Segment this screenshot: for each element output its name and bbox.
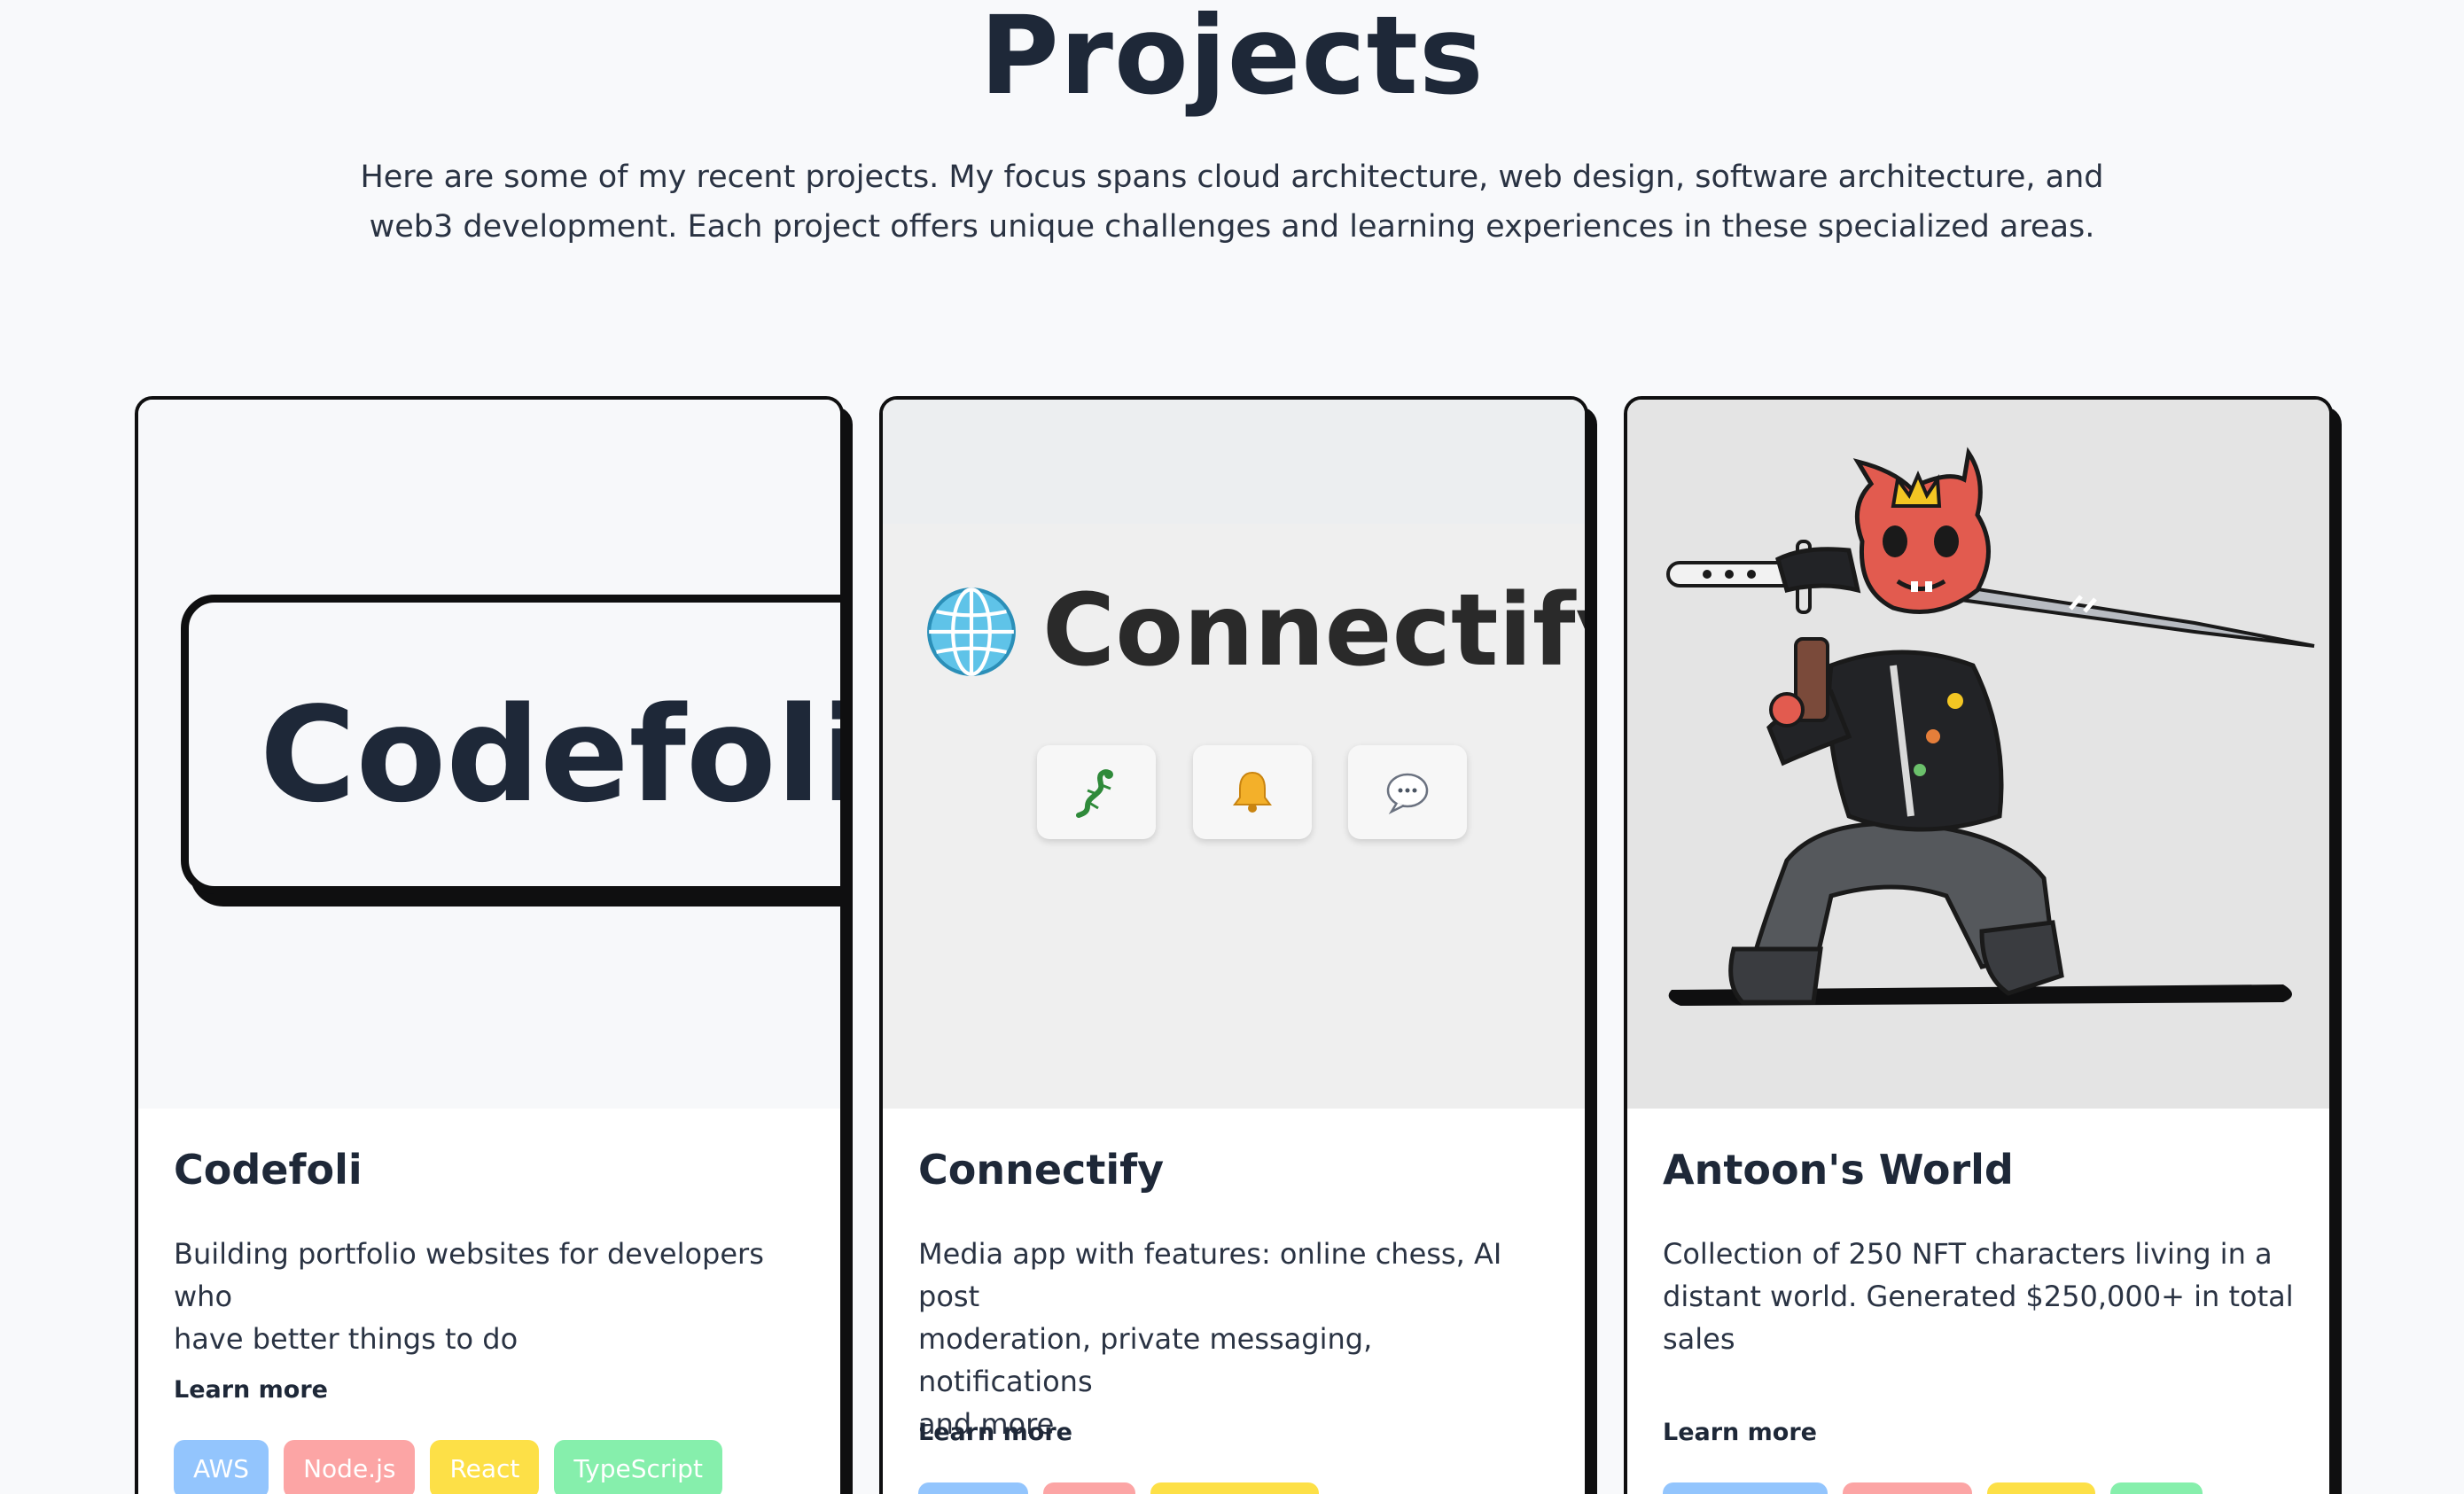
learn-more-link[interactable]: Learn more	[1663, 1419, 1817, 1446]
intro-line-2: web3 development. Each project offers un…	[369, 209, 2095, 245]
project-title: Connectify	[918, 1146, 1165, 1194]
nft-character-illustration	[1666, 447, 2315, 1006]
project-title: Antoon's World	[1663, 1146, 2014, 1194]
description-line: distant world. Generated $250,000+ in to…	[1663, 1280, 2294, 1313]
tag	[1043, 1482, 1135, 1494]
tag-typescript: TypeScript	[554, 1440, 722, 1494]
project-description: Building portfolio websites for develope…	[174, 1233, 805, 1360]
tag	[918, 1482, 1028, 1494]
codefoli-wordmark: Codefoli	[260, 679, 840, 831]
description-line: have better things to do	[174, 1322, 519, 1356]
intro-line-1: Here are some of my recent projects. My …	[360, 160, 2104, 195]
image-top-band	[883, 400, 1585, 524]
tech-tags	[1663, 1482, 2203, 1494]
connectify-wordmark: Connectify	[1042, 573, 1585, 689]
project-card-codefoli[interactable]: Codefoli Codefoli Building portfolio web…	[135, 396, 844, 1494]
tag	[1843, 1482, 1972, 1494]
project-image: Codefoli	[138, 400, 840, 1109]
lizard-icon	[1076, 769, 1113, 818]
project-title: Codefoli	[174, 1146, 363, 1194]
projects-section: Projects Here are some of my recent proj…	[0, 0, 2464, 1494]
codefoli-logo-box: Codefoli	[181, 595, 840, 894]
bell-icon	[1233, 771, 1272, 813]
tag-nodejs: Node.js	[284, 1440, 416, 1494]
tag-react: React	[430, 1440, 540, 1494]
description-line: Media app with features: online chess, A…	[918, 1237, 1502, 1313]
globe-icon	[927, 587, 1016, 676]
lizard-button	[1037, 745, 1156, 839]
tag	[1663, 1482, 1828, 1494]
project-image	[1627, 400, 2329, 1109]
project-card-antoons-world[interactable]: Antoon's World Collection of 250 NFT cha…	[1624, 396, 2333, 1494]
messages-button	[1348, 745, 1467, 839]
description-line: Building portfolio websites for develope…	[174, 1237, 764, 1313]
tag	[1150, 1482, 1319, 1494]
tag	[1987, 1482, 2095, 1494]
description-line: Collection of 250 NFT characters living …	[1663, 1237, 2273, 1271]
page-title: Projects	[979, 0, 1485, 119]
section-intro: Here are some of my recent projects. My …	[346, 152, 2118, 252]
tech-tags: AWS Node.js React TypeScript	[174, 1440, 722, 1494]
description-line: sales	[1663, 1322, 1735, 1356]
project-description: Collection of 250 NFT characters living …	[1663, 1233, 2294, 1360]
learn-more-link[interactable]: Learn more	[174, 1376, 328, 1404]
project-card-connectify[interactable]: Connectify Connectify Media app with fea…	[879, 396, 1588, 1494]
description-line: moderation, private messaging, notificat…	[918, 1322, 1373, 1398]
chat-bubble-icon	[1386, 773, 1429, 815]
tag-aws: AWS	[174, 1440, 269, 1494]
project-description: Media app with features: online chess, A…	[918, 1233, 1549, 1445]
learn-more-link[interactable]: Learn more	[918, 1419, 1072, 1446]
notifications-button	[1193, 745, 1312, 839]
project-image: Connectify	[883, 400, 1585, 1109]
tech-tags	[918, 1482, 1319, 1494]
tag	[2110, 1482, 2203, 1494]
